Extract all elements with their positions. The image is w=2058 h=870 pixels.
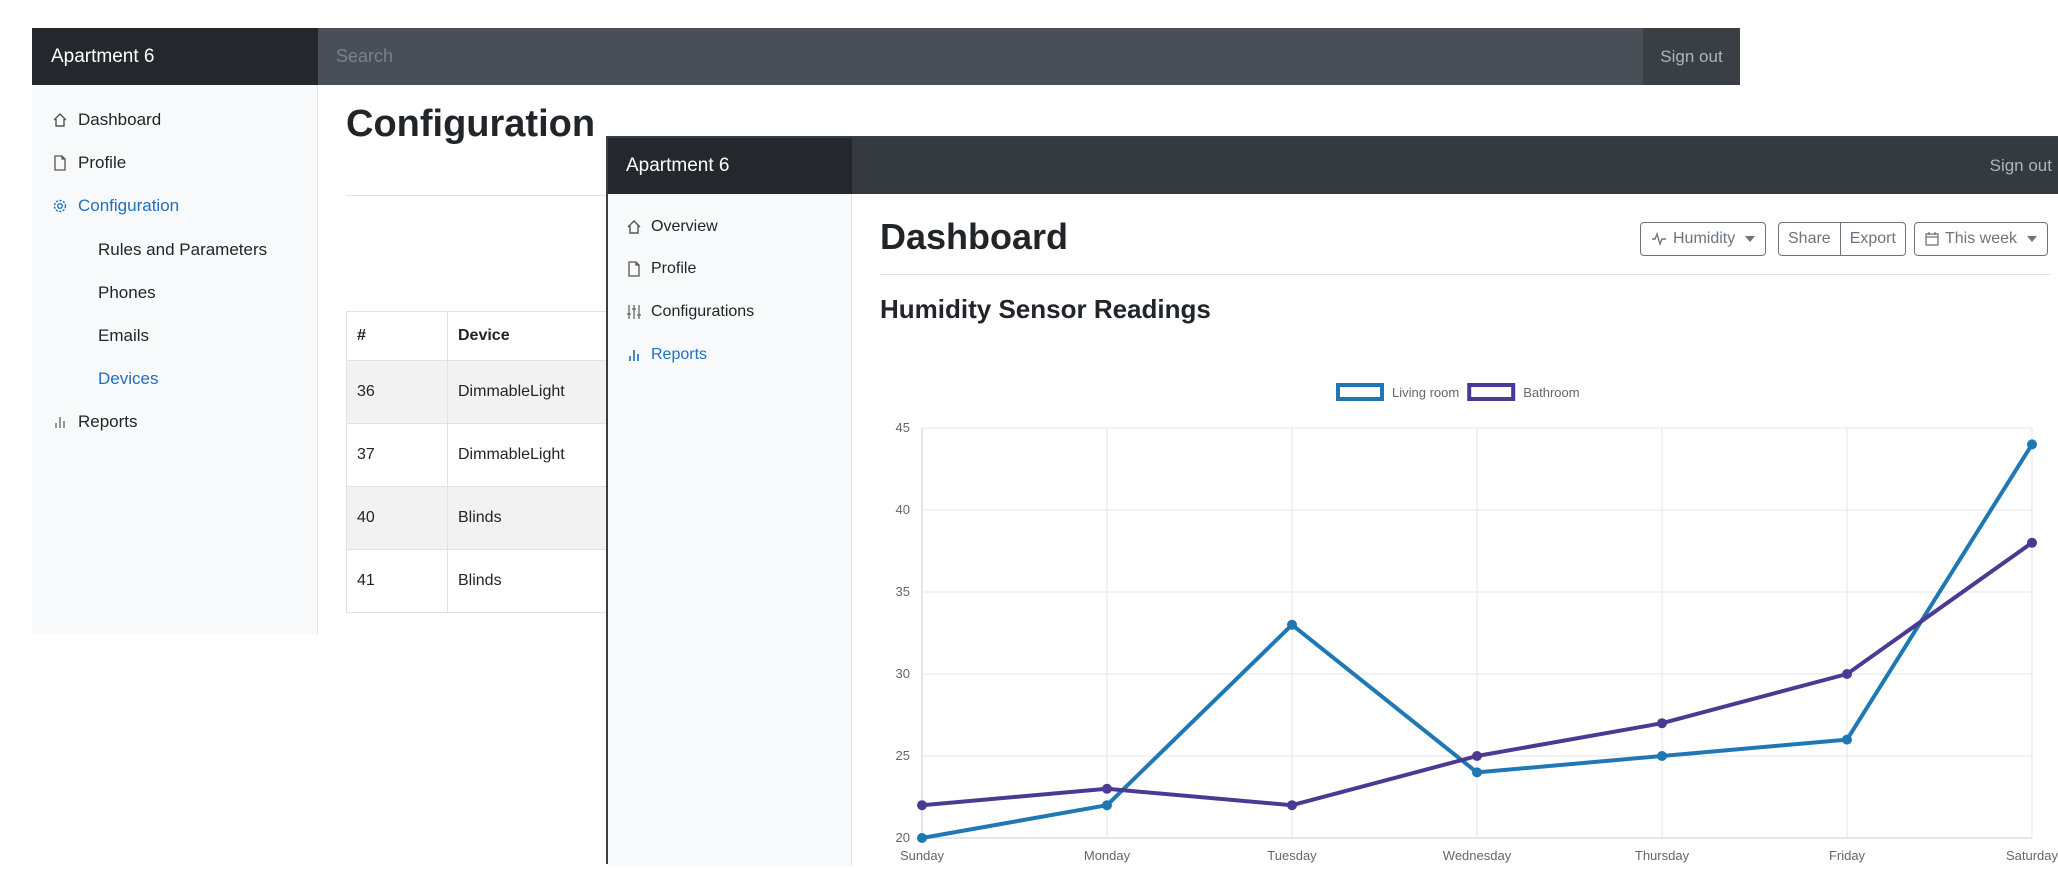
sidebar-item-configuration[interactable]: Configuration [52,193,179,219]
sidebar-item-label: Configuration [78,196,180,215]
sidebar-item-reports[interactable]: Reports [626,342,707,368]
calendar-icon [1925,232,1939,246]
activity-icon [1652,232,1666,246]
page-title: Dashboard [880,216,1069,257]
data-point [1657,718,1667,729]
date-range-label: This week [1945,230,2018,247]
brand-logo[interactable]: Apartment 6 [608,138,852,194]
legend-swatch [1467,383,1516,401]
file-icon [628,261,640,277]
sidebar-item-reports[interactable]: Reports [52,409,138,435]
sensor-dropdown[interactable]: Humidity [1640,222,1767,256]
sidebar-subitem-devices[interactable]: Devices [98,366,158,392]
x-tick-label: Friday [1829,848,1866,863]
data-point [1472,767,1482,778]
sliders-icon [627,305,641,319]
y-tick-label: 45 [896,420,910,435]
data-point [2027,439,2037,450]
bar-chart-icon [629,350,639,361]
data-point [1102,800,1112,811]
x-tick-label: Tuesday [1267,848,1317,863]
sidebar-subitem-rules[interactable]: Rules and Parameters [98,237,267,263]
data-point [1102,783,1112,794]
sidebar-item-profile[interactable]: Profile [52,150,126,176]
page-title: Configuration [346,103,596,145]
y-tick-label: 30 [896,666,910,681]
x-tick-label: Thursday [1635,848,1690,863]
export-button[interactable]: Export [1840,222,1906,256]
sidebar-item-label: Reports [651,346,708,363]
sidebar-item-label: Profile [651,260,697,277]
table-cell: 36 [346,360,448,424]
file-icon [54,155,66,171]
data-point [1287,619,1297,630]
gear-icon [53,199,67,213]
x-tick-label: Saturday [2006,848,2058,863]
sidebar-item-label: Dashboard [78,110,162,129]
column-header[interactable]: # [346,311,448,361]
sidebar-subitem-emails[interactable]: Emails [98,323,149,349]
sign-out-link[interactable]: Sign out [1990,138,2052,194]
data-point [1287,800,1297,811]
x-tick-label: Wednesday [1443,848,1512,863]
table-cell: 41 [346,549,448,613]
sidebar-item-label: Overview [651,218,718,235]
sensor-dropdown-label: Humidity [1673,230,1736,247]
sidebar: Overview Profile Configurations Reports [608,194,852,866]
humidity-line-chart: 20 25 30 35 40 45 Sunday Monday Tuesday Wednesday… [896,383,2058,863]
foreground-app-window: Apartment 6 Sign out Overview Profile Co… [606,136,2058,866]
sidebar: Dashboard Profile Configuration Rules an… [32,85,318,634]
search-input[interactable]: Search [318,28,1643,85]
chevron-down-icon [1745,236,1756,242]
chart-section-title: Humidity Sensor Readings [880,294,1211,324]
date-range-dropdown[interactable]: This week [1914,222,2049,256]
share-button[interactable]: Share [1778,222,1841,256]
x-tick-label: Monday [1084,848,1131,863]
chart-legend[interactable]: Living room Bathroom [1336,383,1580,401]
legend-label: Bathroom [1523,385,1579,400]
sidebar-item-label: Profile [78,153,127,172]
divider [880,274,2050,275]
sidebar-item-label: Reports [78,412,138,431]
y-tick-label: 25 [896,748,910,763]
sidebar-item-label: Configurations [651,303,755,320]
data-point [1472,751,1482,761]
y-tick-label: 35 [896,584,910,599]
chevron-down-icon [2027,236,2038,242]
sidebar-item-profile[interactable]: Profile [626,256,696,282]
sidebar-item-dashboard[interactable]: Dashboard [52,107,161,133]
home-icon [627,220,641,234]
legend-label: Living room [1392,385,1459,400]
bar-chart-icon [55,417,65,428]
home-icon [53,113,67,127]
table-cell: 40 [346,486,448,550]
data-point [1842,669,1852,679]
legend-swatch [1336,383,1384,401]
data-point [1842,734,1852,745]
data-point [1657,751,1667,761]
top-navbar: Apartment 6 Search Sign out [32,28,1740,85]
x-tick-label: Sunday [900,848,945,863]
brand-logo[interactable]: Apartment 6 [32,28,318,85]
data-point [917,800,927,811]
table-cell: 37 [346,423,448,487]
sidebar-item-configurations[interactable]: Configurations [626,299,754,325]
top-navbar: Apartment 6 Sign out [608,138,2058,194]
data-point [2027,537,2037,548]
y-tick-label: 20 [896,830,910,845]
share-export-group: Share Export [1778,222,1906,256]
sidebar-item-overview[interactable]: Overview [626,214,718,240]
data-point [917,833,927,843]
sign-out-link[interactable]: Sign out [1643,28,1740,85]
sidebar-subitem-phones[interactable]: Phones [98,280,156,306]
y-tick-label: 40 [896,502,910,517]
